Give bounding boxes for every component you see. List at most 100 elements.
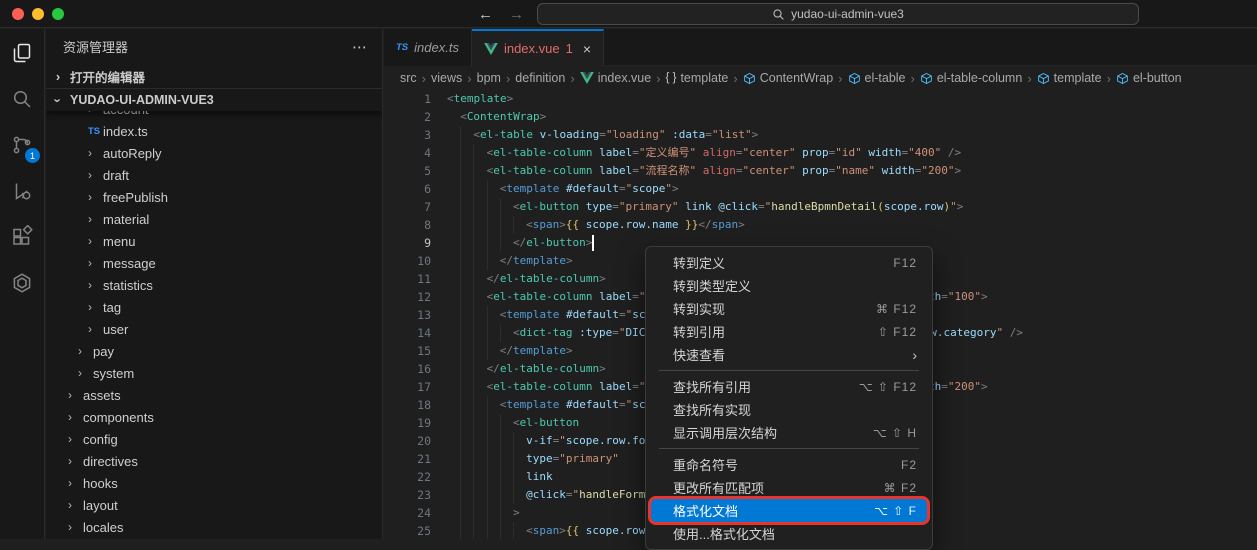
menu-item-label: 格式化文档 [673, 501, 738, 520]
menu-item-转到引用[interactable]: 转到引用⇧ F12 [649, 320, 929, 343]
code-token: > [957, 198, 964, 216]
tree-item-config[interactable]: ›config [46, 428, 382, 450]
symbol-cube-icon [848, 72, 861, 85]
open-editors-section[interactable]: › 打开的编辑器 [46, 64, 382, 88]
symbol-cube-icon [1037, 72, 1050, 85]
menu-item-快速查看[interactable]: 快速查看› [649, 343, 929, 366]
indent-guide [487, 216, 500, 234]
code-line-4[interactable]: 4<el-table-column label="定义编号" align="ce… [384, 144, 1257, 162]
breadcrumb-item-el-table-column[interactable]: el-table-column [920, 71, 1022, 85]
breadcrumb-item-definition[interactable]: definition [515, 71, 565, 85]
code-line-8[interactable]: 8<span>{{ scope.row.name }}</span> [384, 216, 1257, 234]
code-token: link [526, 468, 553, 486]
breadcrumb-item-bpm[interactable]: bpm [477, 71, 501, 85]
line-number: 22 [384, 468, 447, 486]
code-line-1[interactable]: 1<template> [384, 90, 1257, 108]
tree-item-draft[interactable]: ›draft [46, 164, 382, 186]
breadcrumb-item-el-button[interactable]: el-button [1116, 71, 1182, 85]
indent-guide [460, 486, 473, 504]
tree-item-assets[interactable]: ›assets [46, 384, 382, 406]
menu-item-更改所有匹配项[interactable]: 更改所有匹配项⌘ F2 [649, 476, 929, 499]
menu-item-转到实现[interactable]: 转到实现⌘ F12 [649, 297, 929, 320]
indent-guide [513, 450, 526, 468]
tree-item-user[interactable]: ›user [46, 318, 382, 340]
indent-guide [473, 180, 486, 198]
more-actions-icon[interactable]: ⋯ [352, 38, 368, 56]
code-token: "200" [948, 378, 981, 396]
code-line-2[interactable]: 2<ContentWrap> [384, 108, 1257, 126]
tab-index.vue[interactable]: index.vue1× [472, 29, 604, 66]
close-tab-icon[interactable]: × [583, 41, 591, 57]
menu-item-查找所有实现[interactable]: 查找所有实现 [649, 398, 929, 421]
tree-item-autoReply[interactable]: ›autoReply [46, 142, 382, 164]
tree-item-tag[interactable]: ›tag [46, 296, 382, 318]
code-token: = [902, 144, 909, 162]
run-debug-icon[interactable] [6, 175, 38, 207]
tree-item-label: message [103, 256, 156, 271]
menu-item-转到定义[interactable]: 转到定义F12 [649, 251, 929, 274]
search-icon[interactable] [6, 83, 38, 115]
code-line-6[interactable]: 6<template #default="scope"> [384, 180, 1257, 198]
code-token: span [533, 216, 560, 234]
workspace-root-section[interactable]: › YUDAO-UI-ADMIN-VUE3 [46, 88, 382, 111]
breadcrumb-item-template[interactable]: template [1037, 71, 1102, 85]
breadcrumb-item-template[interactable]: { }template [666, 71, 729, 85]
extensions-icon[interactable] [6, 221, 38, 253]
indent-guide [460, 288, 473, 306]
close-window-button[interactable] [12, 8, 24, 20]
code-token: "center" [743, 162, 796, 180]
breadcrumb-item-src[interactable]: src [400, 71, 417, 85]
tree-item-components[interactable]: ›components [46, 406, 382, 428]
code-line-7[interactable]: 7<el-button type="primary" link @click="… [384, 198, 1257, 216]
indent-guide [447, 504, 460, 522]
code-token: > [566, 342, 573, 360]
symbol-cube-icon [1116, 72, 1129, 85]
command-center-search[interactable]: yudao-ui-admin-vue3 [537, 3, 1139, 25]
tab-index.ts[interactable]: TSindex.ts [384, 29, 472, 66]
breadcrumb-item-index.vue[interactable]: index.vue [580, 71, 652, 85]
menu-item-重命名符号[interactable]: 重命名符号F2 [649, 453, 929, 476]
tree-item-message[interactable]: ›message [46, 252, 382, 274]
source-control-icon[interactable]: 1 [6, 129, 38, 161]
menu-item-查找所有引用[interactable]: 查找所有引用⌥ ⇧ F12 [649, 375, 929, 398]
menu-item-使用...格式化文档[interactable]: 使用...格式化文档 [649, 522, 929, 545]
tree-item-material[interactable]: ›material [46, 208, 382, 230]
tree-item-system[interactable]: ›system [46, 362, 382, 384]
tree-item-layout[interactable]: ›layout [46, 494, 382, 516]
code-line-5[interactable]: 5<el-table-column label="流程名称" align="ce… [384, 162, 1257, 180]
tree-item-label: statistics [103, 278, 153, 293]
minimize-window-button[interactable] [32, 8, 44, 20]
code-token: width [868, 144, 901, 162]
menu-item-转到类型定义[interactable]: 转到类型定义 [649, 274, 929, 297]
breadcrumb-separator: › [733, 71, 737, 86]
breadcrumb-label: ContentWrap [760, 71, 833, 85]
tree-item-locales[interactable]: ›locales [46, 516, 382, 538]
tree-item-directives[interactable]: ›directives [46, 450, 382, 472]
window-controls[interactable] [12, 8, 64, 20]
code-line-3[interactable]: 3<el-table v-loading="loading" :data="li… [384, 126, 1257, 144]
tree-item-menu[interactable]: ›menu [46, 230, 382, 252]
breadcrumb-item-ContentWrap[interactable]: ContentWrap [743, 71, 833, 85]
menu-item-shortcut: ⌥ ⇧ H [873, 426, 917, 440]
code-token: </ [487, 270, 500, 288]
zoom-window-button[interactable] [52, 8, 64, 20]
tree-item-hooks[interactable]: ›hooks [46, 472, 382, 494]
indent-guide [500, 216, 513, 234]
tree-item-statistics[interactable]: ›statistics [46, 274, 382, 296]
explorer-icon[interactable] [6, 37, 38, 69]
menu-item-显示调用层次结构[interactable]: 显示调用层次结构⌥ ⇧ H [649, 421, 929, 444]
breadcrumb-item-views[interactable]: views [431, 71, 462, 85]
tree-item-pay[interactable]: ›pay [46, 340, 382, 362]
navigate-forward-icon[interactable]: → [509, 6, 524, 23]
code-token: > [955, 162, 962, 180]
tree-item-label: menu [103, 234, 136, 249]
openai-icon[interactable] [6, 267, 38, 299]
indent-guide [473, 270, 486, 288]
chevron-right-icon: › [68, 498, 78, 512]
tree-item-index.ts[interactable]: TSindex.ts [46, 120, 382, 142]
breadcrumb-item-el-table[interactable]: el-table [848, 71, 906, 85]
menu-item-格式化文档[interactable]: 格式化文档⌥ ⇧ F [649, 499, 929, 522]
tree-item-freePublish[interactable]: ›freePublish [46, 186, 382, 208]
navigate-back-icon[interactable]: ← [478, 6, 493, 23]
indent-guide [500, 234, 513, 252]
